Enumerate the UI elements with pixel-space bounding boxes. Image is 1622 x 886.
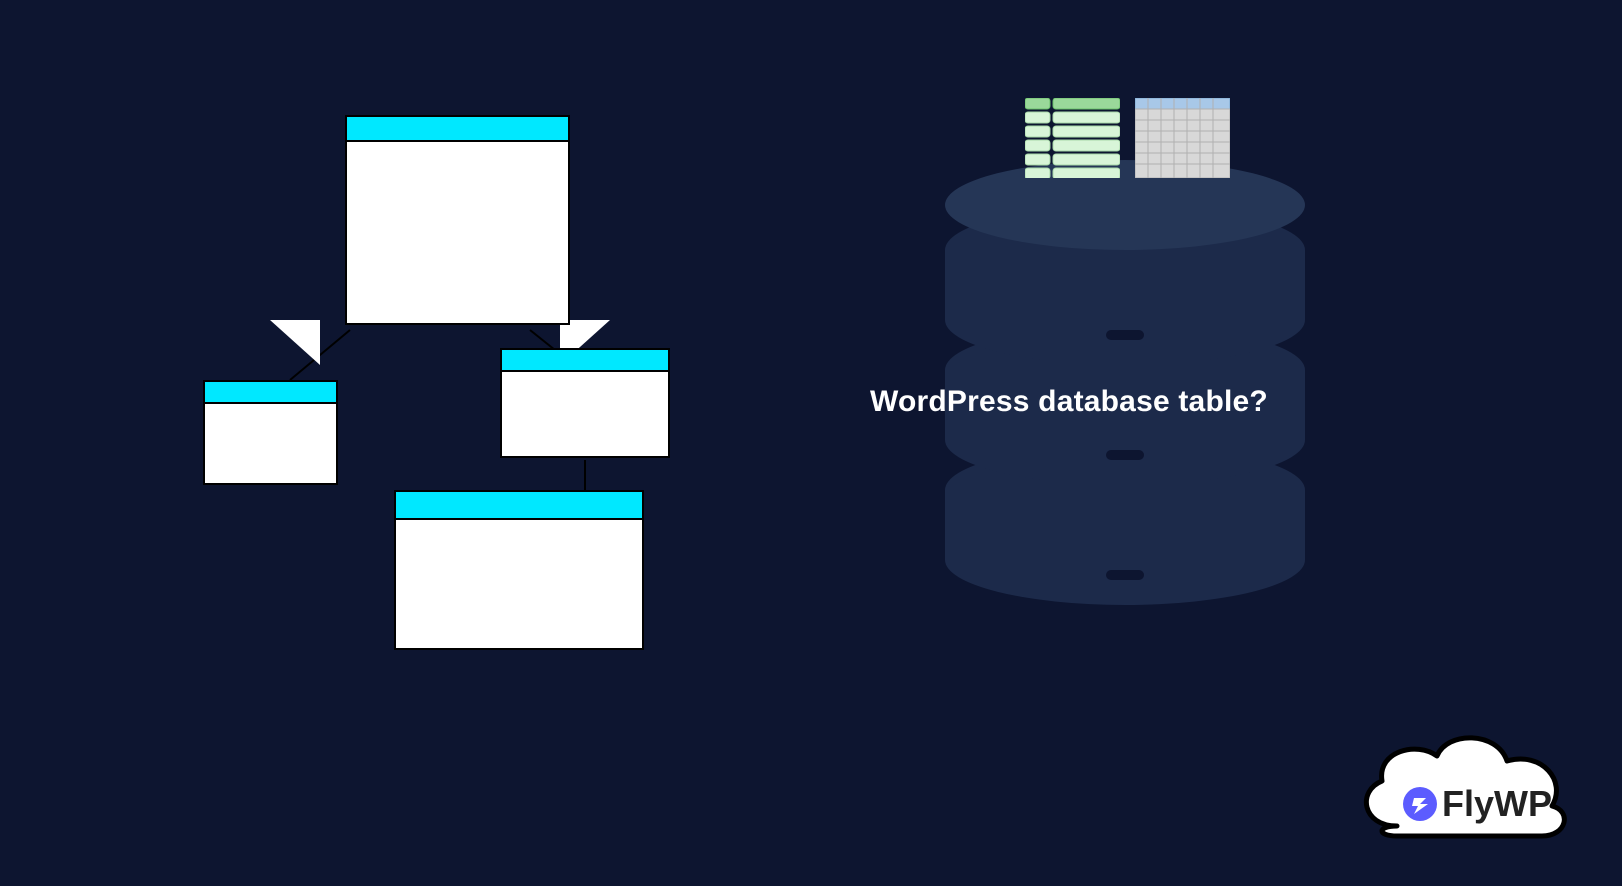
page-heading: WordPress database table? <box>870 385 1268 419</box>
db-handle <box>1106 570 1144 580</box>
flywp-logo-cloud: FlyWP <box>1342 716 1582 856</box>
schema-header <box>205 382 336 404</box>
db-top-ellipse <box>945 160 1305 250</box>
schema-box-main <box>345 115 570 325</box>
blue-grid-table-icon <box>1135 98 1230 178</box>
db-handle <box>1106 330 1144 340</box>
schema-header <box>396 492 642 520</box>
schema-box-left <box>203 380 338 485</box>
schema-header <box>347 117 568 142</box>
schema-header <box>502 350 668 372</box>
logo-text: FlyWP <box>1442 783 1552 824</box>
diagram-canvas: WordPress database table? FlyWP <box>0 0 1622 886</box>
db-handle <box>1106 450 1144 460</box>
schema-box-bottom <box>394 490 644 650</box>
arrow-left <box>270 320 320 365</box>
db-disc-top <box>945 205 1305 365</box>
green-list-table-icon <box>1025 98 1120 178</box>
schema-box-right <box>500 348 670 458</box>
